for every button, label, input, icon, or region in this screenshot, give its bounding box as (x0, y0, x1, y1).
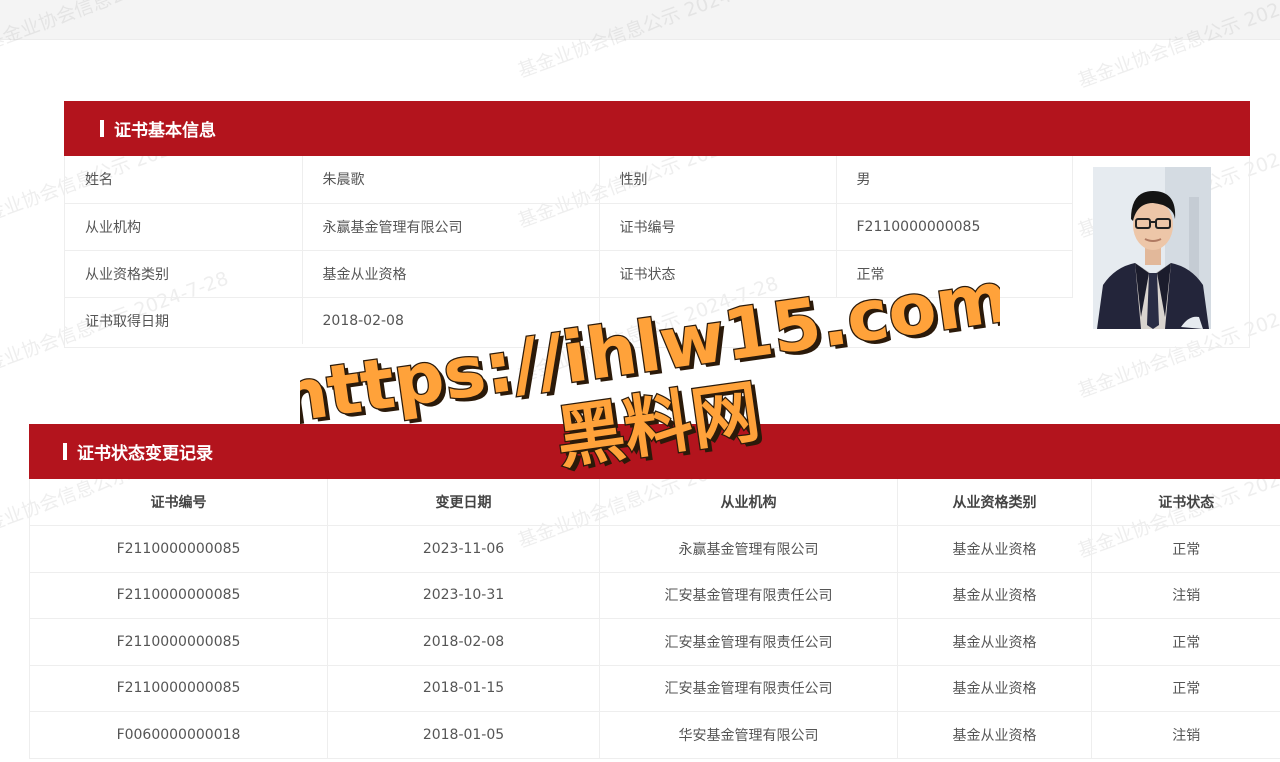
table-cell: 基金从业资格 (897, 711, 1092, 759)
info-label: 从业机构 (65, 203, 303, 251)
holder-photo (1093, 167, 1211, 329)
column-header: 变更日期 (327, 479, 600, 526)
top-band (0, 0, 1280, 40)
info-label: 证书编号 (599, 203, 837, 251)
info-label: 性别 (599, 156, 837, 204)
info-row: 从业机构 永赢基金管理有限公司 证书编号 F2110000000085 (65, 203, 1073, 251)
table-cell: 正常 (1091, 665, 1280, 712)
info-row: 姓名 朱晨歌 性别 男 (65, 156, 1073, 204)
info-empty-cell (836, 297, 1072, 344)
table-row: F2110000000085 2023-10-31 汇安基金管理有限责任公司 基… (29, 572, 1280, 619)
info-label: 姓名 (65, 156, 303, 204)
info-value: F2110000000085 (836, 203, 1073, 251)
table-row: F2110000000085 2018-01-15 汇安基金管理有限责任公司 基… (29, 665, 1280, 712)
certificate-info-table: 姓名 朱晨歌 性别 男 从业机构 永赢基金管理有限公司 证书编号 F211000… (65, 156, 1073, 344)
header-bar-icon (63, 443, 67, 460)
table-cell: 正常 (1091, 525, 1280, 573)
info-label: 证书取得日期 (65, 297, 303, 344)
table-cell: 华安基金管理有限公司 (599, 711, 898, 759)
info-row: 证书取得日期 2018-02-08 (65, 297, 1072, 344)
table-cell: 永赢基金管理有限公司 (599, 525, 898, 573)
info-label: 从业资格类别 (65, 250, 303, 298)
table-cell: 注销 (1091, 572, 1280, 619)
table-header-row: 证书编号 变更日期 从业机构 从业资格类别 证书状态 (29, 479, 1280, 526)
table-cell: 正常 (1091, 618, 1280, 666)
table-cell: 基金从业资格 (897, 618, 1092, 666)
table-cell: 注销 (1091, 711, 1280, 759)
table-row: F2110000000085 2023-11-06 永赢基金管理有限公司 基金从… (29, 525, 1280, 573)
column-header: 从业机构 (599, 479, 898, 526)
status-change-log-header: 证书状态变更记录 (29, 424, 1280, 479)
table-cell: 汇安基金管理有限责任公司 (599, 572, 898, 619)
table-cell: F2110000000085 (29, 525, 328, 573)
info-value: 基金从业资格 (302, 250, 600, 298)
info-value: 男 (836, 156, 1073, 204)
table-cell: 2023-11-06 (327, 525, 600, 573)
table-cell: 基金从业资格 (897, 665, 1092, 712)
info-row: 从业资格类别 基金从业资格 证书状态 正常 (65, 250, 1073, 298)
column-header: 从业资格类别 (897, 479, 1092, 526)
table-cell: 2018-01-15 (327, 665, 600, 712)
table-row: F2110000000085 2018-02-08 汇安基金管理有限责任公司 基… (29, 618, 1280, 666)
section-title: 证书基本信息 (114, 121, 216, 141)
table-cell: 2018-01-05 (327, 711, 600, 759)
table-cell: 基金从业资格 (897, 525, 1092, 573)
table-cell: 汇安基金管理有限责任公司 (599, 665, 898, 712)
info-value: 2018-02-08 (302, 297, 600, 344)
info-value: 正常 (836, 250, 1073, 298)
table-cell: F2110000000085 (29, 572, 328, 619)
table-cell: F2110000000085 (29, 665, 328, 712)
table-cell: F2110000000085 (29, 618, 328, 666)
certificate-basic-info-panel: 姓名 朱晨歌 性别 男 从业机构 永赢基金管理有限公司 证书编号 F211000… (64, 156, 1250, 348)
person-photo-icon (1093, 167, 1211, 329)
status-change-log-table: 证书编号 变更日期 从业机构 从业资格类别 证书状态 F211000000008… (29, 479, 1280, 759)
info-label: 证书状态 (599, 250, 837, 298)
header-bar-icon (100, 120, 104, 137)
certificate-basic-info-header: 证书基本信息 (64, 101, 1250, 156)
table-cell: F0060000000018 (29, 711, 328, 759)
table-cell: 2023-10-31 (327, 572, 600, 619)
info-value: 永赢基金管理有限公司 (302, 203, 600, 251)
info-empty-cell (599, 297, 836, 344)
table-cell: 汇安基金管理有限责任公司 (599, 618, 898, 666)
info-value: 朱晨歌 (302, 156, 600, 204)
table-cell: 基金从业资格 (897, 572, 1092, 619)
table-row: F0060000000018 2018-01-05 华安基金管理有限公司 基金从… (29, 711, 1280, 759)
column-header: 证书编号 (29, 479, 328, 526)
table-cell: 2018-02-08 (327, 618, 600, 666)
section-title: 证书状态变更记录 (77, 444, 213, 464)
column-header: 证书状态 (1091, 479, 1280, 526)
